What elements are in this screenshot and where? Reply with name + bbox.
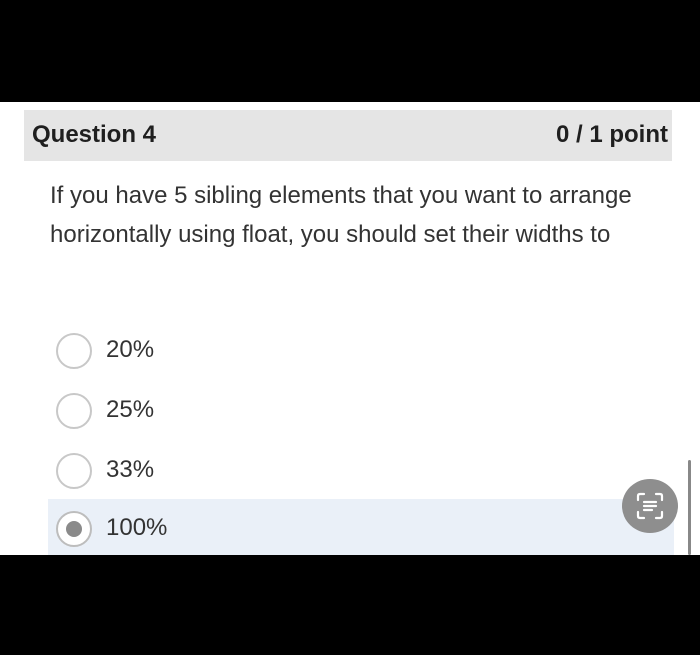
radio-selected-dot: [66, 521, 82, 537]
option-20-percent[interactable]: 20%: [48, 321, 674, 381]
question-text: If you have 5 sibling elements that you …: [50, 182, 632, 248]
option-label: 25%: [106, 396, 155, 423]
scrollbar[interactable]: [688, 460, 691, 555]
radio-button[interactable]: [56, 393, 92, 429]
text-scan-button[interactable]: [622, 479, 678, 533]
bottom-black-bar: [0, 555, 700, 655]
option-25-percent[interactable]: 25%: [48, 381, 674, 441]
radio-button-selected[interactable]: [56, 511, 92, 547]
option-33-percent[interactable]: 33%: [48, 441, 674, 501]
question-points: 0 / 1 point: [555, 121, 668, 148]
radio-button[interactable]: [56, 333, 92, 369]
option-label: 33%: [106, 456, 155, 483]
question-title: Question 4: [32, 121, 157, 148]
radio-button[interactable]: [56, 453, 92, 489]
option-label: 20%: [106, 336, 155, 363]
option-label: 100%: [106, 514, 168, 541]
top-black-bar: [0, 0, 700, 102]
question-card: Question 4 0 / 1 point If you have 5 sib…: [0, 102, 700, 555]
option-100-percent[interactable]: 100%: [48, 499, 674, 555]
question-header: Question 4 0 / 1 point: [24, 110, 672, 161]
